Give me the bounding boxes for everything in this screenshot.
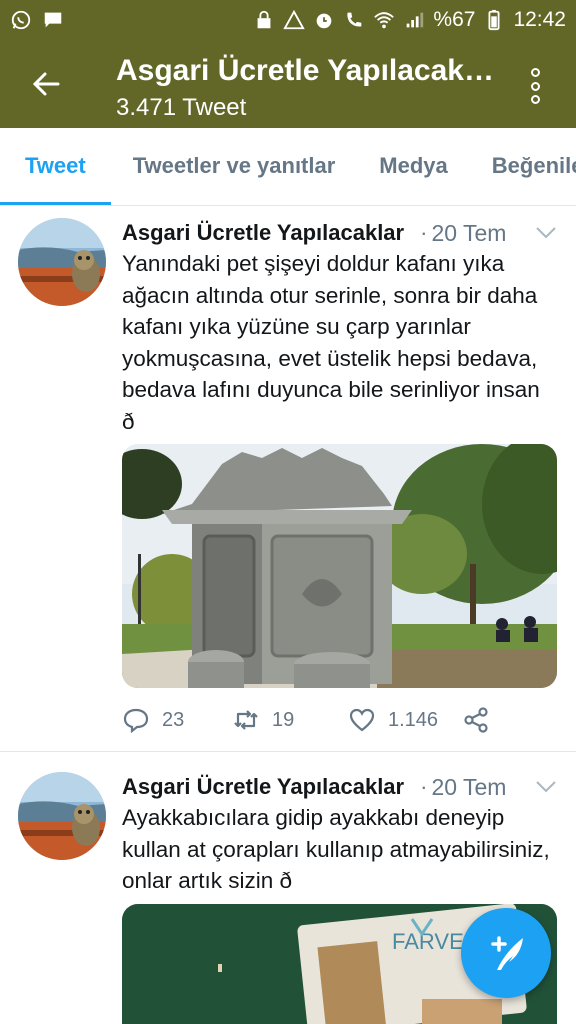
- back-arrow-icon: [32, 72, 60, 96]
- tweet-text: Ayakkabıcılara gidip ayakkabı deneyip ku…: [122, 805, 550, 893]
- status-bar: %67 12:42: [0, 0, 576, 40]
- battery-percent: %67: [433, 8, 476, 31]
- page-title: Asgari Ücretle Yapılacaklar: [116, 54, 496, 87]
- compose-icon: [491, 936, 523, 970]
- signal-icon: [403, 9, 425, 31]
- reply-count: 23: [162, 708, 185, 731]
- tab-media[interactable]: Medya: [357, 128, 469, 205]
- profile-tabs: Tweet Tweetler ve yanıtlar Medya Beğenil…: [0, 128, 576, 206]
- chevron-down-icon: [536, 781, 556, 793]
- retweet-count: 19: [272, 708, 295, 731]
- tweet-image[interactable]: [122, 444, 557, 688]
- lock-icon: [253, 9, 275, 31]
- tweet-date: 20 Tem: [431, 219, 507, 246]
- wifi-icon: [373, 9, 395, 31]
- separator: ·: [420, 774, 428, 799]
- battery-icon: [483, 9, 505, 31]
- tweet-text: Yanındaki pet şişeyi doldur kafanı yıka …: [122, 251, 540, 434]
- app-bar: Asgari Ücretle Yapılacaklar 3.471 Tweet: [0, 40, 576, 128]
- share-button[interactable]: [462, 706, 490, 734]
- tweet-header: Asgari Ücretle Yapılacaklar · 20 Tem: [122, 218, 558, 248]
- tweet-date: 20 Tem: [431, 773, 507, 800]
- alarm-icon: [313, 9, 335, 31]
- retweet-button[interactable]: 19: [232, 706, 348, 734]
- tab-tweets[interactable]: Tweet: [0, 128, 111, 205]
- tweet-header: Asgari Ücretle Yapılacaklar · 20 Tem: [122, 772, 558, 802]
- share-icon: [464, 707, 488, 733]
- back-button[interactable]: [24, 62, 68, 106]
- separator: ·: [420, 220, 428, 245]
- warning-icon: [283, 9, 306, 31]
- tweet-actions: 23 19 1.146: [122, 702, 562, 738]
- reply-icon: [123, 708, 149, 734]
- tweet-menu-button[interactable]: [534, 775, 558, 799]
- whatsapp-icon: [10, 9, 32, 31]
- like-count: 1.146: [388, 708, 439, 731]
- avatar[interactable]: [18, 772, 106, 860]
- media-label: FARVE: [392, 929, 464, 954]
- compose-tweet-button[interactable]: [461, 908, 551, 998]
- tab-tweets-and-replies[interactable]: Tweetler ve yanıtlar: [111, 128, 358, 205]
- author-name[interactable]: Asgari Ücretle Yapılacaklar: [122, 774, 404, 800]
- tab-likes[interactable]: Beğeniler: [470, 128, 576, 205]
- reply-button[interactable]: 23: [122, 706, 232, 734]
- author-name[interactable]: Asgari Ücretle Yapılacaklar: [122, 220, 404, 246]
- tweet-menu-button[interactable]: [534, 221, 558, 245]
- like-button[interactable]: 1.146: [348, 706, 462, 734]
- chevron-down-icon: [536, 227, 556, 239]
- call-icon: [343, 9, 365, 31]
- retweet-icon: [234, 710, 258, 730]
- message-icon: [42, 9, 64, 31]
- more-options-button[interactable]: [520, 64, 550, 108]
- tweet-item[interactable]: Asgari Ücretle Yapılacaklar · 20 Tem Yan…: [0, 206, 576, 752]
- clock: 12:42: [513, 8, 566, 31]
- avatar[interactable]: [18, 218, 106, 306]
- tweet-count: 3.471 Tweet: [116, 94, 247, 121]
- like-icon: [349, 708, 375, 732]
- more-vert-icon: [530, 68, 540, 77]
